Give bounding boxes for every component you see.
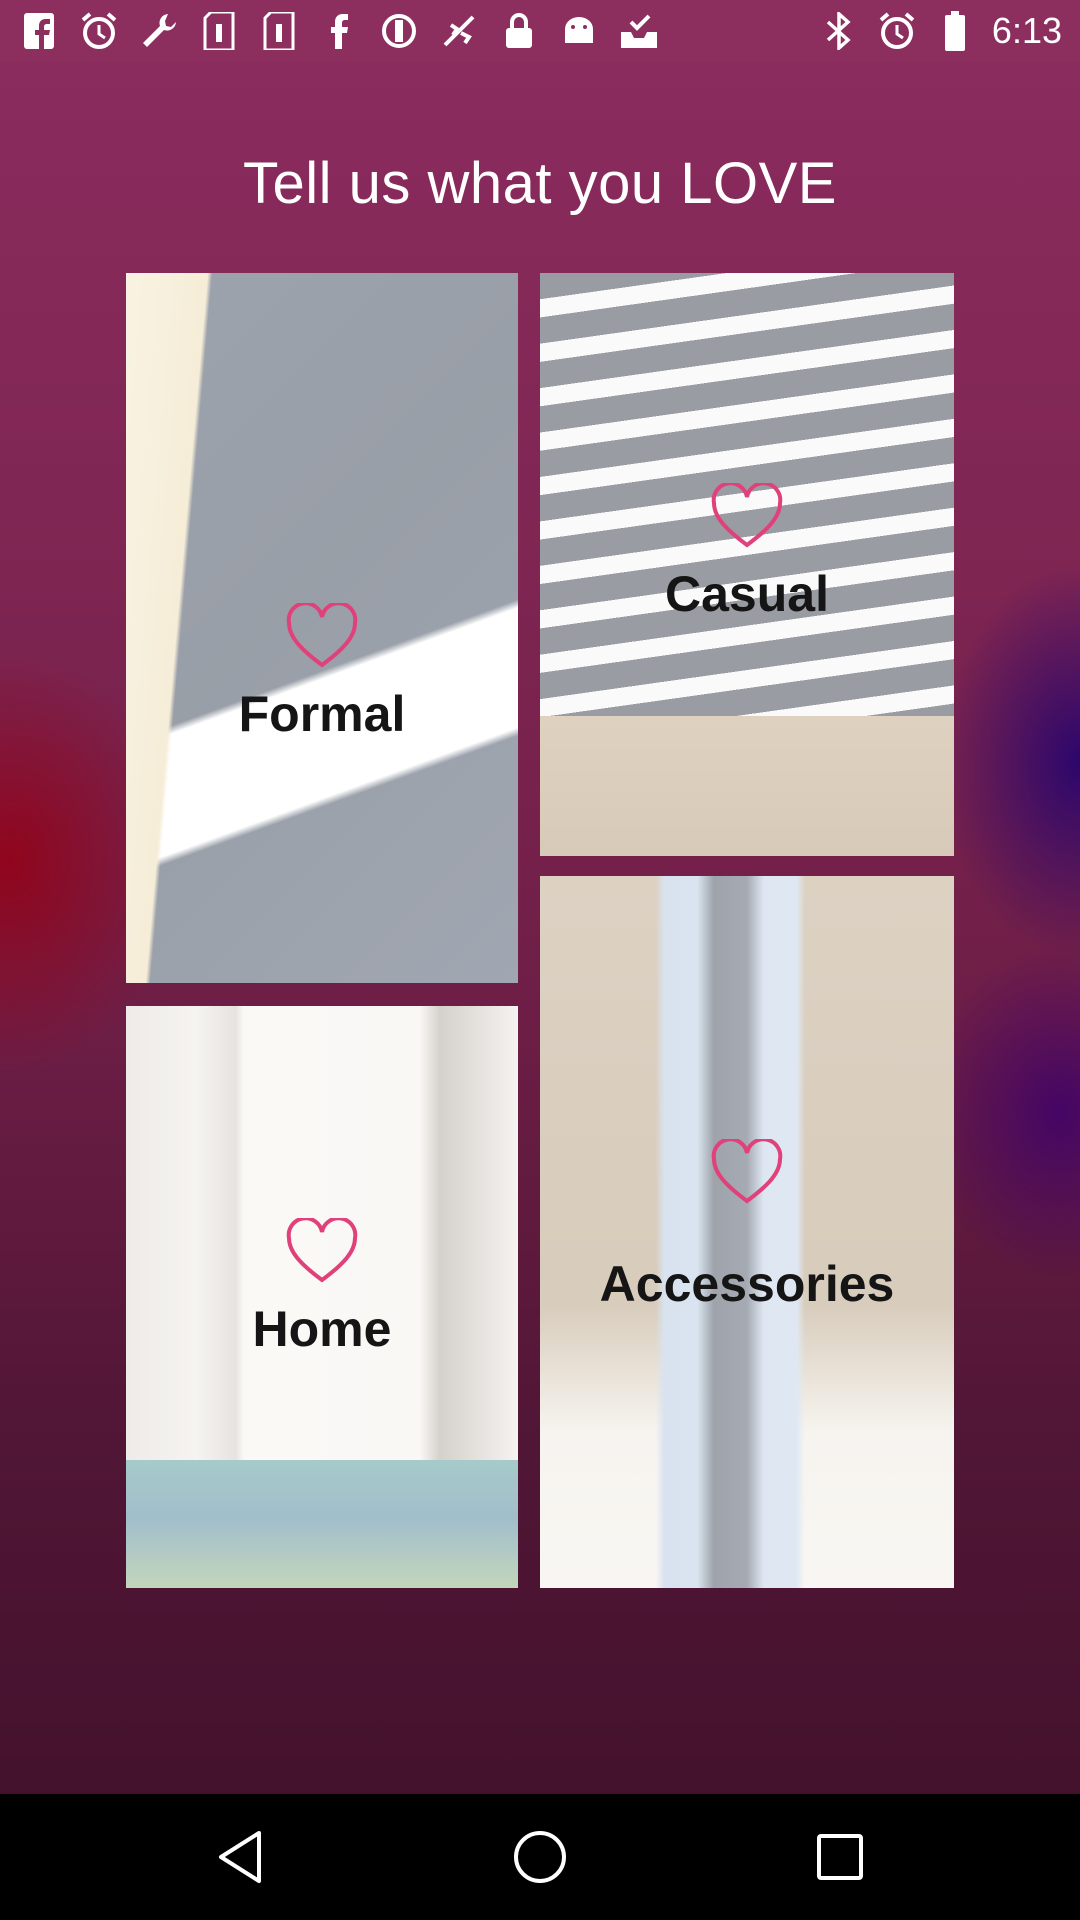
sim-icon xyxy=(258,10,300,52)
home-icon xyxy=(514,1831,566,1883)
sim-icon xyxy=(198,10,240,52)
back-button[interactable] xyxy=(190,1807,290,1907)
home-button[interactable] xyxy=(490,1807,590,1907)
heart-icon xyxy=(286,1218,358,1283)
wrench-icon xyxy=(138,10,180,52)
category-label-home: Home xyxy=(252,1301,392,1357)
notification-icons xyxy=(18,10,660,52)
heart-icon xyxy=(286,603,358,668)
status-bar: 6:13 xyxy=(0,0,1080,62)
category-tile-formal[interactable]: Formal xyxy=(126,273,518,983)
battery-icon xyxy=(934,10,976,52)
bluetooth-icon xyxy=(818,10,860,52)
facebook-icon xyxy=(318,10,360,52)
clock: 6:13 xyxy=(991,10,1062,51)
lock-icon xyxy=(498,10,540,52)
category-tile-home[interactable]: Home xyxy=(126,1006,518,1588)
recents-icon xyxy=(817,1834,863,1880)
recents-button[interactable] xyxy=(790,1807,890,1907)
alarm-icon xyxy=(876,10,918,52)
system-status: 6:13 xyxy=(818,10,1062,52)
page-title: Tell us what you LOVE xyxy=(242,151,837,216)
category-label-formal: Formal xyxy=(238,686,406,742)
category-label-accessories: Accessories xyxy=(599,1256,895,1312)
heart-icon xyxy=(711,1139,783,1204)
facebook-icon xyxy=(18,10,60,52)
category-label-casual: Casual xyxy=(665,566,829,622)
no-signal-icon xyxy=(438,10,480,52)
vpn-icon xyxy=(378,10,420,52)
inbox-check-icon xyxy=(618,10,660,52)
alarm-icon xyxy=(78,10,120,52)
navigation-bar xyxy=(0,1794,1080,1920)
category-tile-accessories[interactable]: Accessories xyxy=(540,876,954,1588)
category-picker-screen: Tell us what you LOVE Formal Casual Home xyxy=(0,62,1080,1794)
android-icon xyxy=(558,10,600,52)
back-icon xyxy=(219,1831,261,1883)
heart-icon xyxy=(711,483,783,548)
category-tile-casual[interactable]: Casual xyxy=(540,273,954,856)
